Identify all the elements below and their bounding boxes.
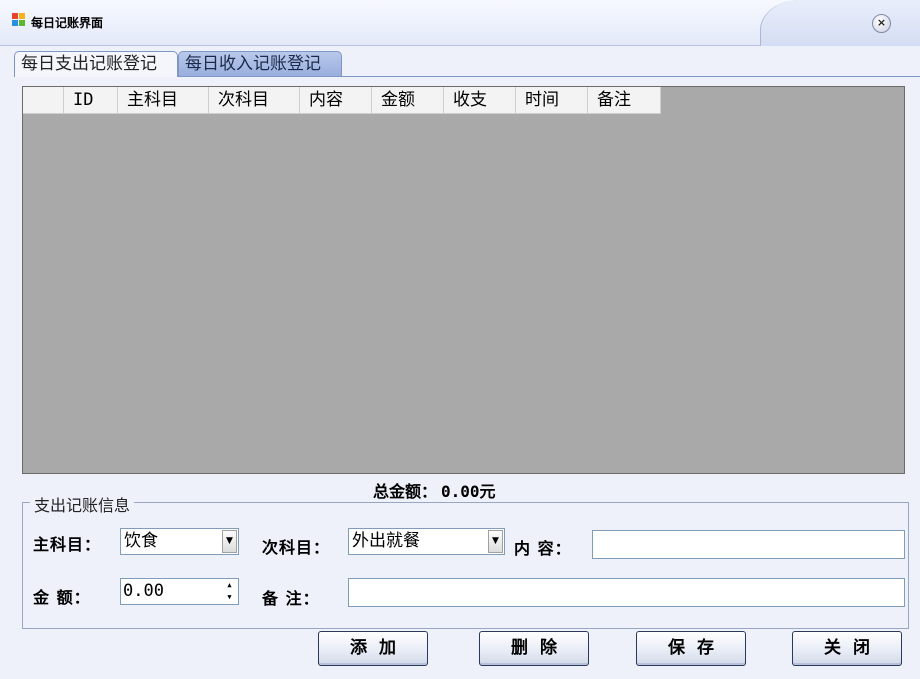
close-button[interactable]: 关闭 — [792, 631, 902, 666]
column-header-sub-category[interactable]: 次科目 — [209, 87, 300, 114]
add-button[interactable]: 添加 — [318, 631, 428, 666]
main-category-value: 饮食 — [124, 531, 158, 551]
save-button[interactable]: 保存 — [636, 631, 746, 666]
delete-button[interactable]: 删除 — [479, 631, 589, 666]
content-input[interactable] — [592, 530, 905, 559]
sub-category-select[interactable]: 外出就餐 ▼ — [348, 528, 505, 555]
expense-info-group — [22, 502, 909, 629]
column-header-content[interactable]: 内容 — [300, 87, 372, 114]
sub-category-label: 次科目： — [262, 538, 331, 557]
main-category-select[interactable]: 饮食 ▼ — [120, 528, 239, 555]
remark-label: 备 注： — [262, 589, 320, 608]
column-header-id[interactable]: ID — [64, 87, 118, 114]
content-label: 内 容： — [514, 539, 572, 558]
grid-row-header-corner — [23, 87, 64, 114]
title-bar-decoration — [760, 0, 920, 46]
records-grid[interactable]: ID 主科目 次科目 内容 金额 收支 时间 备注 — [22, 86, 905, 474]
main-category-label: 主科目： — [33, 535, 102, 554]
grid-header: ID 主科目 次科目 内容 金额 收支 时间 备注 — [23, 87, 661, 114]
chevron-down-icon[interactable]: ▼ — [488, 530, 503, 553]
app-icon — [12, 13, 26, 27]
title-bar: 每日记账界面 × — [0, 0, 920, 46]
column-header-amount[interactable]: 金额 — [372, 87, 444, 114]
total-amount-label: 总金额： — [373, 482, 438, 501]
total-amount: 总金额： 0.00元 — [373, 478, 496, 502]
amount-value: 0.00 — [123, 581, 164, 601]
total-amount-value: 0.00元 — [441, 482, 496, 501]
spin-up-icon[interactable]: ▲ — [222, 579, 237, 591]
amount-label: 金 额： — [33, 588, 91, 607]
column-header-time[interactable]: 时间 — [516, 87, 588, 114]
sub-category-value: 外出就餐 — [352, 531, 420, 551]
remark-input[interactable] — [348, 578, 905, 607]
window-title: 每日记账界面 — [31, 16, 104, 30]
spin-down-icon[interactable]: ▼ — [222, 591, 237, 603]
tab-expense-registration[interactable]: 每日支出记账登记 — [14, 51, 178, 77]
amount-spinner[interactable]: 0.00 ▲ ▼ — [120, 578, 239, 605]
tab-income-registration[interactable]: 每日收入记账登记 — [178, 51, 342, 77]
column-header-type[interactable]: 收支 — [444, 87, 516, 114]
column-header-remark[interactable]: 备注 — [588, 87, 661, 114]
close-window-icon[interactable]: × — [872, 14, 891, 33]
chevron-down-icon[interactable]: ▼ — [222, 530, 237, 553]
column-header-main-category[interactable]: 主科目 — [118, 87, 209, 114]
expense-info-group-title: 支出记账信息 — [30, 492, 135, 516]
